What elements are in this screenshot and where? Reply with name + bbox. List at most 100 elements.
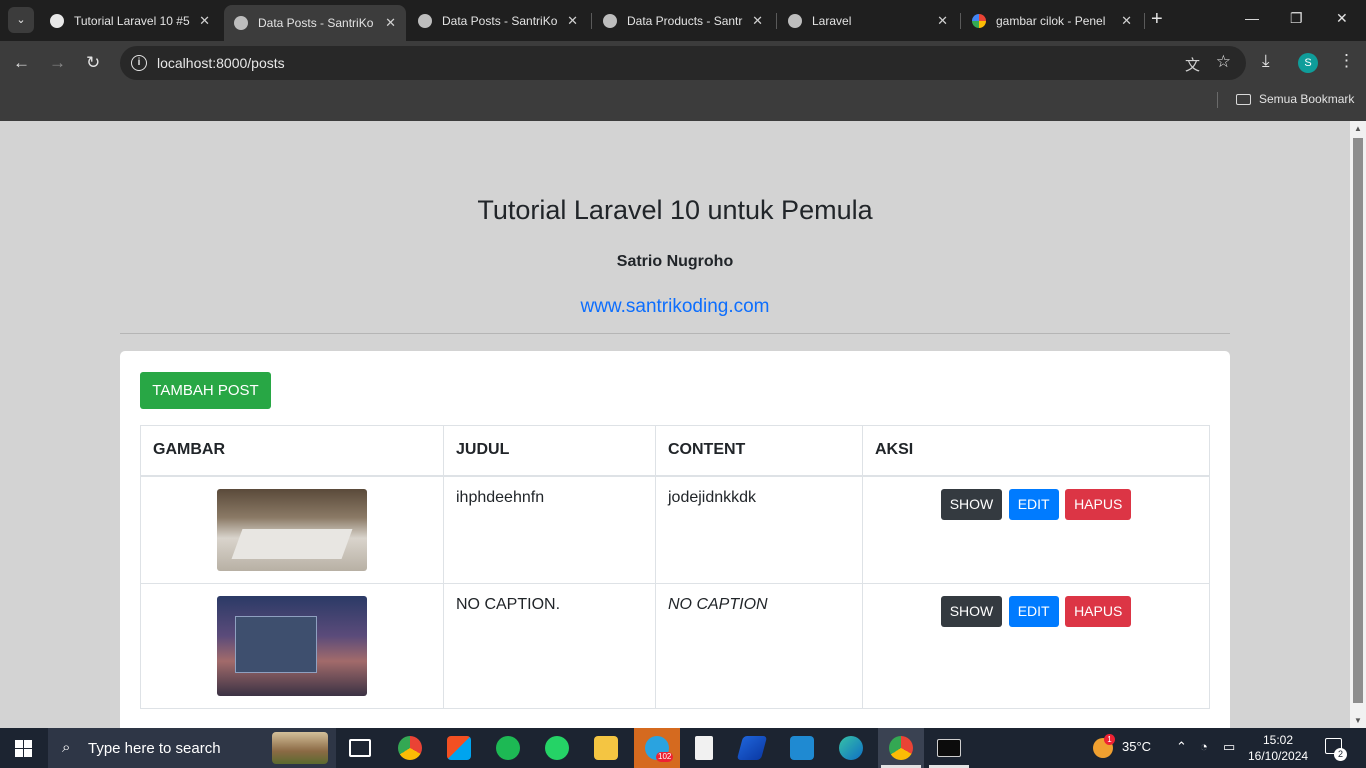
edit-button[interactable]: EDIT	[1008, 488, 1059, 520]
all-bookmarks-label[interactable]: Semua Bookmark	[1259, 92, 1354, 106]
whatsapp-icon[interactable]	[545, 736, 569, 760]
clock-date: 16/10/2024	[1248, 749, 1309, 763]
tab-search-button[interactable]: ⌄	[8, 7, 34, 33]
chrome-active-icon[interactable]	[889, 736, 913, 760]
tab-title: Laravel	[812, 13, 852, 28]
site-info-icon[interactable]: i	[131, 55, 147, 71]
header-aksi: AKSI	[862, 425, 1210, 477]
notepad-icon[interactable]	[695, 736, 713, 760]
table-header-row: GAMBAR JUDUL CONTENT AKSI	[140, 425, 1210, 477]
minimize-icon[interactable]: —	[1245, 10, 1259, 26]
chrome-icon[interactable]	[398, 736, 422, 760]
vscode-icon[interactable]	[790, 736, 814, 760]
delete-button[interactable]: HAPUS	[1065, 488, 1132, 520]
tab-separator	[960, 13, 961, 29]
show-button[interactable]: SHOW	[940, 595, 1003, 627]
telegram-badge: 102	[656, 752, 674, 762]
store-icon[interactable]	[447, 736, 471, 760]
close-window-icon[interactable]: ✕	[1336, 10, 1348, 27]
post-image	[217, 488, 367, 571]
title-cell: NO CAPTION.	[443, 582, 656, 709]
address-bar[interactable]: i localhost:8000/posts 文 ☆	[120, 46, 1246, 80]
tab-separator	[776, 13, 777, 29]
taskbar: ⌕ Type here to search 102 1 35°C ⌃ ◔ ▭ 1…	[0, 728, 1366, 768]
chevron-up-icon[interactable]: ⌃	[1176, 739, 1187, 755]
new-tab-icon[interactable]: +	[1151, 9, 1163, 29]
close-tab-icon[interactable]: ✕	[567, 13, 578, 29]
download-icon[interactable]: ⤓	[1262, 51, 1270, 71]
weather-badge: 1	[1104, 734, 1115, 745]
close-tab-icon[interactable]: ✕	[1121, 13, 1132, 29]
spotify-icon[interactable]	[496, 736, 520, 760]
actions-cell: SHOW EDIT HAPUS	[862, 582, 1210, 709]
scroll-up-icon[interactable]: ▲	[1354, 124, 1362, 133]
close-tab-icon[interactable]: ✕	[385, 15, 396, 31]
show-button[interactable]: SHOW	[940, 488, 1003, 520]
posts-table: GAMBAR JUDUL CONTENT AKSI ihphdeehnfn jo…	[140, 425, 1210, 709]
close-tab-icon[interactable]: ✕	[199, 13, 210, 29]
github-icon	[50, 13, 64, 28]
image-cell	[140, 582, 444, 709]
tab-2-active[interactable]: Data Posts - SantriKo ✕	[224, 5, 406, 41]
globe-icon	[788, 13, 802, 28]
url-text[interactable]: localhost:8000/posts	[157, 55, 285, 71]
tab-title: gambar cilok - Penel	[996, 13, 1106, 28]
close-tab-icon[interactable]: ✕	[752, 13, 763, 29]
tab-4[interactable]: Data Products - Santr ✕	[593, 5, 773, 36]
reload-icon[interactable]: ↻	[86, 53, 100, 73]
forward-icon[interactable]: →	[49, 53, 66, 73]
header-content: CONTENT	[655, 425, 863, 477]
restore-icon[interactable]: ❐	[1290, 10, 1303, 27]
scroll-down-icon[interactable]: ▼	[1354, 716, 1362, 725]
battery-icon[interactable]: ▭	[1223, 739, 1235, 755]
title-cell: ihphdeehnfn	[443, 475, 656, 584]
site-link[interactable]: www.santrikoding.com	[0, 296, 1350, 318]
wifi-icon[interactable]: ◔	[1200, 739, 1208, 754]
page-scrollbar[interactable]: ▲ ▼	[1350, 121, 1366, 728]
globe-icon	[418, 13, 432, 28]
bookmark-star-icon[interactable]: ☆	[1216, 52, 1231, 72]
windows-start-icon[interactable]	[15, 740, 32, 757]
tab-separator	[1144, 13, 1145, 29]
page-viewport: Tutorial Laravel 10 untuk Pemula Satrio …	[0, 121, 1350, 728]
scrollbar-thumb[interactable]	[1353, 138, 1363, 703]
actions-cell: SHOW EDIT HAPUS	[862, 475, 1210, 584]
globe-icon	[234, 16, 248, 30]
clock[interactable]: 15:02 16/10/2024	[1248, 732, 1308, 764]
back-icon[interactable]: ←	[13, 53, 30, 73]
app-icon[interactable]	[736, 736, 768, 760]
posts-card: TAMBAH POST GAMBAR JUDUL CONTENT AKSI ih…	[120, 351, 1230, 728]
globe-icon	[603, 13, 617, 28]
edge-icon[interactable]	[839, 736, 863, 760]
tab-5[interactable]: Laravel ✕	[778, 5, 958, 36]
header-judul: JUDUL	[443, 425, 656, 477]
tab-title: Data Posts - SantriKo	[258, 16, 374, 30]
task-view-icon[interactable]	[349, 739, 371, 757]
taskbar-search[interactable]: ⌕ Type here to search	[48, 728, 336, 768]
terminal-icon[interactable]	[937, 739, 961, 757]
tab-6[interactable]: gambar cilok - Penel ✕	[962, 5, 1142, 36]
add-post-button[interactable]: TAMBAH POST	[140, 372, 271, 409]
close-tab-icon[interactable]: ✕	[937, 13, 948, 29]
search-placeholder[interactable]: Type here to search	[88, 740, 221, 757]
temperature-label[interactable]: 35°C	[1122, 739, 1151, 754]
menu-kebab-icon[interactable]: ⋮	[1338, 51, 1355, 71]
table-row: NO CAPTION. NO CAPTION SHOW EDIT HAPUS	[140, 582, 1210, 709]
tab-1[interactable]: Tutorial Laravel 10 #5 ✕	[40, 5, 220, 36]
divider	[120, 333, 1230, 334]
folder-icon[interactable]	[1236, 94, 1251, 105]
tab-title: Data Products - Santr	[627, 13, 743, 28]
table-row: ihphdeehnfn jodejidnkkdk SHOW EDIT HAPUS	[140, 475, 1210, 584]
file-explorer-icon[interactable]	[594, 736, 618, 760]
search-icon: ⌕	[62, 739, 71, 756]
page-title: Tutorial Laravel 10 untuk Pemula	[477, 195, 873, 225]
profile-avatar[interactable]: S	[1298, 53, 1318, 73]
tab-3[interactable]: Data Posts - SantriKo ✕	[408, 5, 588, 36]
edit-button[interactable]: EDIT	[1008, 595, 1059, 627]
translate-icon[interactable]: 文	[1185, 54, 1200, 75]
tab-separator	[591, 13, 592, 29]
delete-button[interactable]: HAPUS	[1065, 595, 1132, 627]
google-icon	[972, 13, 986, 28]
notification-count: 2	[1334, 748, 1347, 761]
bookmarks-separator	[1217, 92, 1218, 108]
